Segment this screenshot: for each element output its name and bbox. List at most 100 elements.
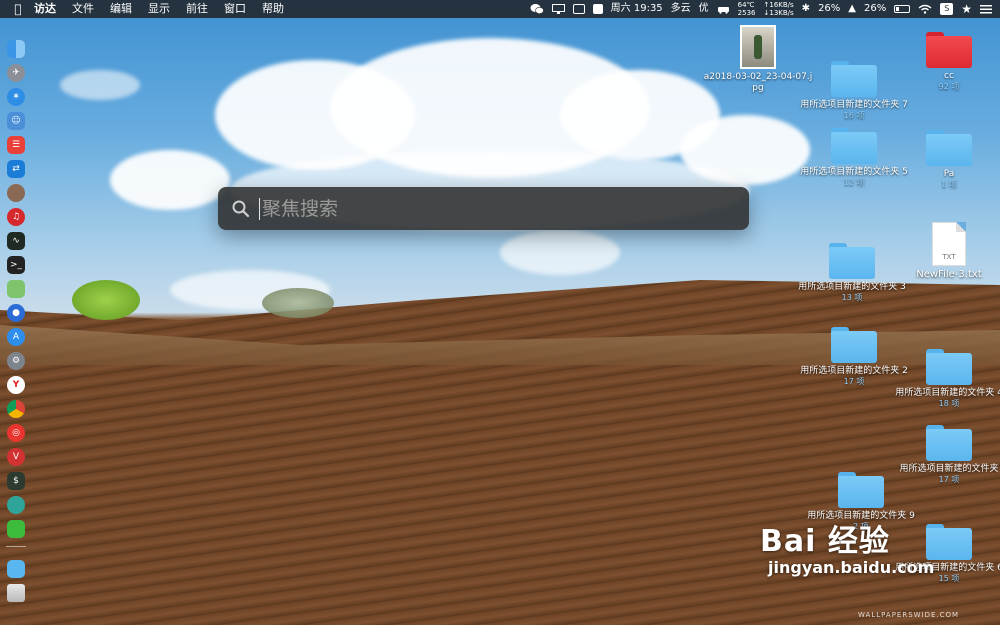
apple-menu-icon[interactable]:  — [10, 2, 26, 16]
cpu-monitor[interactable]: 64℃ 2536 — [738, 0, 756, 18]
chrome-icon[interactable] — [7, 400, 25, 418]
desktop-folder-4[interactable]: 用所选项目新建的文件夹 4 18 项 — [894, 349, 1000, 409]
item-count: 17 项 — [843, 377, 865, 386]
siri-icon[interactable]: ● — [7, 304, 25, 322]
menu-edit[interactable]: 编辑 — [102, 0, 140, 18]
item-count: 92 项 — [938, 82, 960, 91]
desktop-folder-3[interactable]: 用所选项目新建的文件夹 3 13 项 — [797, 243, 907, 303]
display-icon[interactable] — [551, 3, 565, 15]
up-arrow-icon[interactable]: ▲ — [848, 0, 856, 18]
cloud — [110, 150, 230, 210]
item-name: a2018-03-02_23-04-07.jpg — [703, 72, 813, 93]
dock: ✈ ✶ ☺ ☰ ⇄ ♫ ∿ >_ ● A ⚙ Y ◎ V $ — [0, 20, 30, 620]
wallpaper-watermark: WALLPAPERSWIDE.COM — [858, 611, 960, 619]
net-down: ↓13KB/s — [763, 9, 794, 17]
console-icon[interactable]: $ — [7, 472, 25, 490]
desktop-folder-5[interactable]: 用所选项目新建的文件夹 5 12 项 — [799, 128, 909, 188]
activity-monitor-icon[interactable]: ∿ — [7, 232, 25, 250]
folder-icon — [829, 243, 875, 279]
notification-center-icon[interactable] — [980, 4, 992, 14]
yandex-icon[interactable]: Y — [7, 376, 25, 394]
star-icon[interactable]: ★ — [961, 0, 972, 18]
menu-go[interactable]: 前往 — [178, 0, 216, 18]
battery-icon[interactable] — [894, 5, 911, 13]
netease-music-icon[interactable]: ♫ — [7, 208, 25, 226]
cpu-temp: 64℃ — [737, 1, 755, 9]
menu-air-quality[interactable]: 优 — [699, 0, 709, 18]
desktop-folder-2[interactable]: 用所选项目新建的文件夹 2 17 项 — [799, 327, 909, 387]
wechat-icon[interactable] — [7, 520, 25, 538]
item-name: 用所选项目新建的文件夹 9 — [807, 511, 915, 521]
menu-file[interactable]: 文件 — [64, 0, 102, 18]
fan-speed: 2536 — [737, 9, 756, 17]
desktop-folder-7[interactable]: 用所选项目新建的文件夹 7 16 项 — [799, 61, 909, 121]
menu-weather[interactable]: 多云 — [671, 0, 691, 18]
dock-separator — [6, 546, 26, 547]
image-thumbnail — [740, 25, 776, 69]
vivaldi-icon[interactable]: V — [7, 448, 25, 466]
finder-icon[interactable] — [7, 40, 25, 58]
menu-app-name[interactable]: 访达 — [26, 0, 64, 18]
item-name: 用所选项目新建的文件夹 2 — [800, 366, 908, 376]
safari-icon[interactable]: ✶ — [7, 88, 25, 106]
teamviewer-icon[interactable]: ⇄ — [7, 160, 25, 178]
bluetooth-icon[interactable]: ✱ — [802, 0, 810, 18]
window-layout-icon[interactable] — [572, 4, 585, 14]
weibo-icon[interactable]: ◎ — [7, 424, 25, 442]
maps-icon[interactable] — [7, 280, 25, 298]
calendar-icon[interactable]: ☰ — [7, 136, 25, 154]
desktop-text-file[interactable]: TXT NewFile-3.txt — [894, 222, 1000, 280]
tree — [72, 280, 140, 320]
spotlight-input[interactable] — [260, 193, 749, 224]
trash-icon[interactable] — [7, 584, 25, 602]
clipboard-icon[interactable] — [592, 4, 603, 14]
spotlight-search — [218, 187, 749, 230]
item-name: cc — [944, 71, 954, 81]
txt-file-icon: TXT — [932, 222, 966, 266]
battery-percent-2[interactable]: 26% — [864, 0, 886, 18]
launchpad-icon[interactable]: ✈ — [7, 64, 25, 82]
contacts-icon[interactable]: ☺ — [7, 112, 25, 130]
car-icon[interactable] — [717, 4, 730, 14]
item-name: 用所选项目新建的文件夹 5 — [800, 167, 908, 177]
app-store-icon[interactable]: A — [7, 328, 25, 346]
item-count: 12 项 — [843, 178, 865, 187]
system-preferences-icon[interactable]: ⚙ — [7, 352, 25, 370]
item-count: 13 项 — [841, 293, 863, 302]
menu-window[interactable]: 窗口 — [216, 0, 254, 18]
item-name: 用所选项目新建的文件夹 4 — [895, 388, 1000, 398]
wechat-status-icon[interactable] — [530, 3, 544, 15]
cleaner-icon[interactable] — [7, 496, 25, 514]
search-icon — [232, 200, 250, 217]
battery-percent-1[interactable]: 26% — [818, 0, 840, 18]
folder-icon — [831, 327, 877, 363]
item-count: 1 项 — [941, 180, 957, 189]
watermark-url: jingyan.baidu.com — [768, 558, 935, 577]
s-app-icon[interactable]: S — [940, 3, 954, 15]
item-count: 16 项 — [843, 111, 865, 120]
menu-view[interactable]: 显示 — [140, 0, 178, 18]
folder-icon — [926, 130, 972, 166]
net-up: ↑16KB/s — [763, 1, 794, 9]
tree — [262, 288, 334, 318]
desktop-folder-9[interactable]: 用所选项目新建的文件夹 9 2 项 — [806, 472, 916, 532]
downloads-icon[interactable] — [7, 560, 25, 578]
terminal-icon[interactable]: >_ — [7, 256, 25, 274]
desktop-folder-pa[interactable]: Pa 1 项 — [894, 130, 1000, 190]
wifi-icon[interactable] — [918, 4, 932, 14]
desktop-image-file[interactable]: a2018-03-02_23-04-07.jpg — [703, 25, 813, 94]
desktop-folder-cc[interactable]: cc 92 项 — [894, 32, 1000, 92]
item-count: 18 项 — [938, 399, 960, 408]
folder-icon — [926, 425, 972, 461]
menu-datetime[interactable]: 周六 19:35 — [611, 0, 663, 18]
watermark-brand: Bai 经验 — [760, 524, 890, 559]
network-monitor[interactable]: ↑16KB/s ↓13KB/s — [764, 0, 794, 18]
item-name: 用所选项目新建的文件夹 7 — [800, 100, 908, 110]
item-name: 用所选项目新建的文件夹 3 — [798, 282, 906, 292]
folder-icon — [926, 349, 972, 385]
menu-bar:  访达 文件 编辑 显示 前往 窗口 帮助 周六 19:35 多云 优 64℃… — [0, 0, 1000, 18]
menu-help[interactable]: 帮助 — [254, 0, 292, 18]
cloud — [60, 70, 140, 100]
item-name: Pa — [943, 169, 955, 179]
disk-icon[interactable] — [7, 184, 25, 202]
